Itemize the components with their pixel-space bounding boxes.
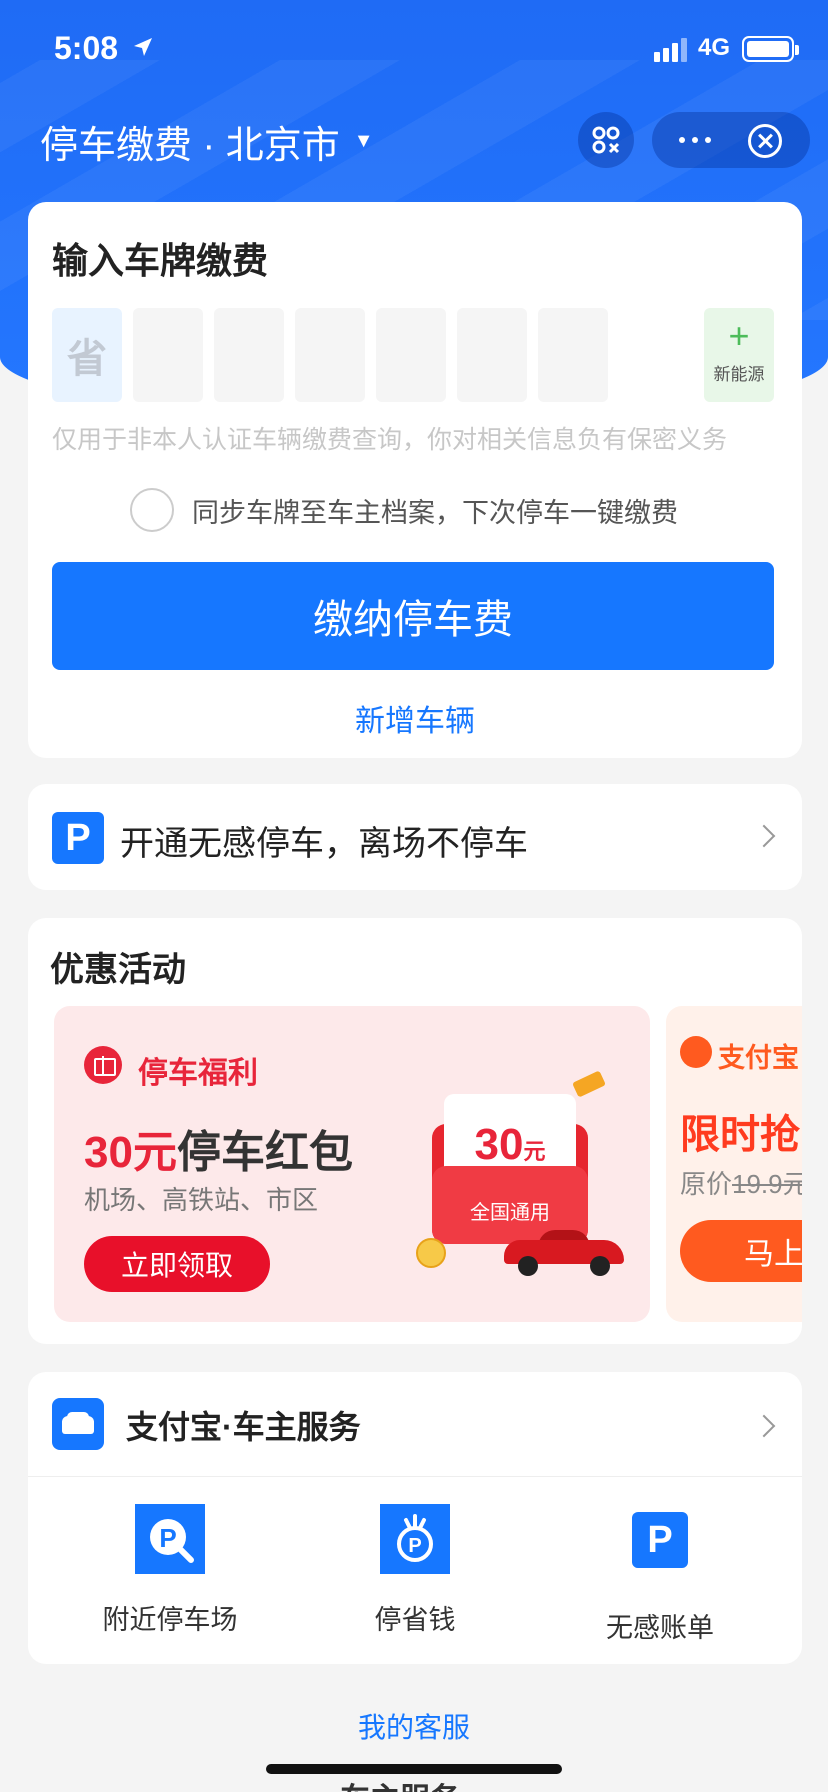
contactless-parking-text: 开通无感停车，离场不停车 bbox=[120, 825, 528, 863]
car-owner-services-card: 支付宝·车主服务 P 附近停车场 P 停省钱 P 无感账单 bbox=[28, 1372, 802, 1664]
scan-icon bbox=[592, 126, 620, 154]
close-icon[interactable] bbox=[748, 124, 782, 158]
city-dropdown-icon[interactable]: ▼ bbox=[354, 130, 374, 153]
red-envelope-illustration: 30元 全国通用 bbox=[432, 1094, 588, 1244]
claim-now-button[interactable]: 立即领取 bbox=[84, 1236, 270, 1292]
signal-icon bbox=[654, 38, 687, 62]
service-contactless-bill[interactable]: P 无感账单 bbox=[540, 1504, 780, 1645]
home-indicator bbox=[266, 1764, 562, 1774]
sync-label: 同步车牌至车主档案，下次停车一键缴费 bbox=[192, 497, 678, 528]
more-button[interactable] bbox=[652, 112, 738, 168]
new-energy-label: 新能源 bbox=[713, 365, 765, 384]
service-save-money[interactable]: P 停省钱 bbox=[295, 1504, 535, 1637]
promo-banner-flash-sale[interactable]: 支付宝 限时抢 原价19.9元 马上 bbox=[666, 1006, 802, 1322]
alipay-car-icon bbox=[680, 1036, 712, 1068]
battery-icon bbox=[742, 36, 799, 62]
promo-tag: 停车福利 bbox=[138, 1057, 258, 1090]
status-bar: 5:08 4G bbox=[0, 0, 828, 100]
promo2-headline: 限时抢 bbox=[680, 1113, 800, 1157]
coin-icon bbox=[416, 1238, 446, 1268]
service-label: 停省钱 bbox=[374, 1605, 456, 1635]
svg-text:P: P bbox=[159, 1523, 176, 1553]
gift-icon bbox=[84, 1046, 122, 1084]
network-type: 4G bbox=[698, 34, 731, 61]
mini-program-capsule bbox=[652, 112, 810, 168]
service-nearby-parking[interactable]: P 附近停车场 bbox=[50, 1504, 290, 1637]
plate-card-title: 输入车牌缴费 bbox=[52, 240, 269, 281]
service-label: 无感账单 bbox=[606, 1613, 714, 1643]
divider bbox=[28, 1476, 802, 1477]
promo-headline-text: 停车红包 bbox=[176, 1128, 353, 1177]
chevron-right-icon bbox=[752, 824, 776, 848]
more-dot-icon bbox=[692, 137, 698, 143]
services-title[interactable]: 支付宝·车主服务 bbox=[126, 1402, 361, 1448]
promo-amount: 30元 bbox=[84, 1128, 177, 1177]
promotions-card: 优惠活动 停车福利 30元停车红包 机场、高铁站、市区 立即领取 30元 全国通… bbox=[28, 918, 802, 1344]
my-customer-service-link[interactable]: 我的客服 bbox=[0, 1706, 828, 1746]
more-dot-icon bbox=[705, 137, 711, 143]
promo2-price: 原价19.9元 bbox=[680, 1169, 802, 1199]
parking-bill-icon: P bbox=[632, 1512, 688, 1568]
plate-province-box[interactable]: 省 bbox=[52, 308, 122, 402]
save-money-icon: P bbox=[380, 1504, 450, 1574]
svg-text:P: P bbox=[408, 1535, 421, 1557]
envelope-label: 全国通用 bbox=[470, 1202, 550, 1224]
promo-banner-parking-bonus[interactable]: 停车福利 30元停车红包 机场、高铁站、市区 立即领取 30元 全国通用 bbox=[54, 1006, 650, 1322]
pay-parking-fee-button[interactable]: 缴纳停车费 bbox=[52, 562, 774, 670]
promo2-button[interactable]: 马上 bbox=[680, 1220, 802, 1282]
chevron-right-icon[interactable] bbox=[752, 1414, 776, 1438]
plate-char-box[interactable] bbox=[133, 308, 203, 402]
envelope-amount: 30元 bbox=[474, 1120, 546, 1169]
promotions-title: 优惠活动 bbox=[50, 951, 186, 989]
plate-input-card: 输入车牌缴费 省 + 新能源 仅用于非本人认证车辆缴费查询，你对相关信息负有保密… bbox=[28, 202, 802, 758]
next-section-heading: 车主服务 bbox=[340, 1774, 460, 1792]
more-dot-icon bbox=[679, 137, 685, 143]
parking-logo-icon: P bbox=[52, 812, 104, 864]
plate-char-box[interactable] bbox=[457, 308, 527, 402]
status-time: 5:08 bbox=[54, 30, 119, 66]
plate-char-box[interactable] bbox=[538, 308, 608, 402]
plate-char-box[interactable] bbox=[214, 308, 284, 402]
sync-plate-option[interactable]: 同步车牌至车主档案，下次停车一键缴费 bbox=[130, 488, 678, 532]
plate-hint: 仅用于非本人认证车辆缴费查询，你对相关信息负有保密义务 bbox=[52, 426, 728, 454]
page-title-text: 停车缴费 · 北京市 bbox=[40, 125, 340, 167]
new-energy-box[interactable]: + 新能源 bbox=[704, 308, 774, 402]
plate-char-box[interactable] bbox=[295, 308, 365, 402]
sports-car-illustration bbox=[504, 1230, 624, 1276]
page-title[interactable]: 停车缴费 · 北京市 ▼ bbox=[40, 114, 374, 169]
service-label: 附近停车场 bbox=[102, 1605, 238, 1635]
promo-subtitle: 机场、高铁站、市区 bbox=[84, 1185, 319, 1215]
plate-char-box[interactable] bbox=[376, 308, 446, 402]
car-service-icon bbox=[52, 1398, 104, 1450]
contactless-parking-banner[interactable]: P 开通无感停车，离场不停车 bbox=[28, 784, 802, 890]
promo2-tag: 支付宝 bbox=[718, 1043, 799, 1073]
plus-icon: + bbox=[728, 315, 750, 356]
parking-search-icon: P bbox=[135, 1504, 205, 1574]
scan-button[interactable] bbox=[578, 112, 634, 168]
add-vehicle-link[interactable]: 新增车辆 bbox=[28, 696, 802, 740]
promo-headline: 30元停车红包 bbox=[84, 1116, 353, 1180]
location-arrow-icon bbox=[134, 38, 152, 56]
sync-checkbox[interactable] bbox=[130, 488, 174, 532]
